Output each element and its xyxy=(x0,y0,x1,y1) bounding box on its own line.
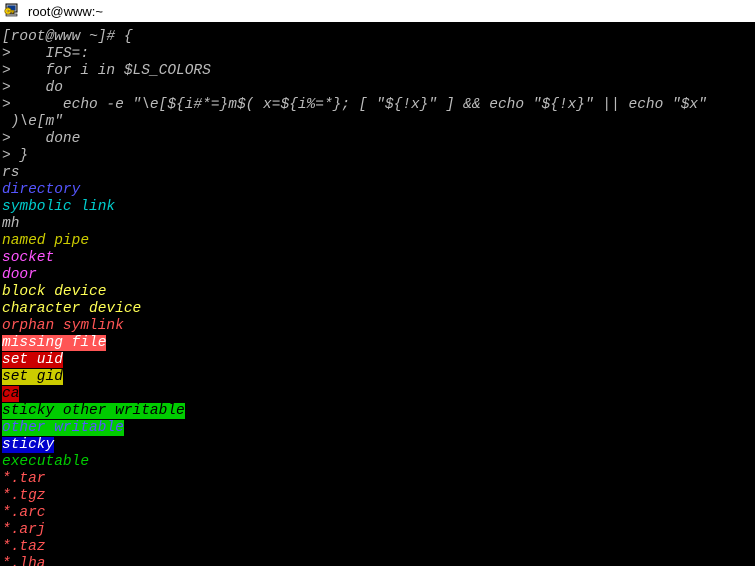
ls-colors-entry: sticky xyxy=(2,437,755,454)
terminal-text-run: > done xyxy=(2,131,81,147)
terminal-text-run: rs xyxy=(2,165,20,181)
terminal-text-run: sticky xyxy=(2,437,55,453)
ls-colors-entry: character device xyxy=(2,301,755,318)
terminal-text-run: other writable xyxy=(2,420,124,436)
continuation-line: > do xyxy=(2,80,755,97)
terminal-text-run: directory xyxy=(2,182,81,198)
ls-colors-entry: *.taz xyxy=(2,539,755,556)
terminal-text-run: *.tar xyxy=(2,471,46,487)
terminal-text-run: *.tgz xyxy=(2,488,46,504)
putty-computer-key-icon xyxy=(3,2,21,20)
continuation-line: > } xyxy=(2,148,755,165)
terminal-text-run: mh xyxy=(2,216,20,232)
terminal-text-run: )\e[m" xyxy=(2,114,63,130)
ls-colors-entry: set gid xyxy=(2,369,755,386)
terminal-text-run: [root@www ~]# { xyxy=(2,29,133,45)
ls-colors-entry: *.tgz xyxy=(2,488,755,505)
continuation-line: > done xyxy=(2,131,755,148)
ls-colors-entry: ca xyxy=(2,386,755,403)
ls-colors-entry: missing file xyxy=(2,335,755,352)
continuation-line: )\e[m" xyxy=(2,114,755,131)
ls-colors-entry: mh xyxy=(2,216,755,233)
ls-colors-entry: *.arj xyxy=(2,522,755,539)
terminal-text-run: > echo -e "\e[${i#*=}m$( x=${i%=*}; [ "$… xyxy=(2,97,707,113)
terminal-text-run: *.taz xyxy=(2,539,46,555)
ls-colors-entry: other writable xyxy=(2,420,755,437)
terminal-screen[interactable]: [root@www ~]# {> IFS=: > for i in $LS_COL… xyxy=(0,23,755,566)
terminal-text-run: *.lha xyxy=(2,556,46,566)
ls-colors-entry: *.arc xyxy=(2,505,755,522)
terminal-text-run: orphan symlink xyxy=(2,318,124,334)
terminal-text-run: socket xyxy=(2,250,55,266)
ls-colors-entry: directory xyxy=(2,182,755,199)
terminal-text-run: > for i in $LS_COLORS xyxy=(2,63,211,79)
continuation-line: > echo -e "\e[${i#*=}m$( x=${i%=*}; [ "$… xyxy=(2,97,755,114)
terminal-text-run: set gid xyxy=(2,369,63,385)
terminal-text-run: > do xyxy=(2,80,63,96)
continuation-line: > IFS=: xyxy=(2,46,755,63)
window-title-text: root@www:~ xyxy=(28,3,103,19)
ls-colors-entry: sticky other writable xyxy=(2,403,755,420)
ls-colors-entry: symbolic link xyxy=(2,199,755,216)
ls-colors-entry: socket xyxy=(2,250,755,267)
continuation-line: > for i in $LS_COLORS xyxy=(2,63,755,80)
ls-colors-entry: named pipe xyxy=(2,233,755,250)
terminal-text-run: > } xyxy=(2,148,29,164)
terminal-text-run: symbolic link xyxy=(2,199,116,215)
terminal-text-run: executable xyxy=(2,454,90,470)
prompt-line: [root@www ~]# { xyxy=(2,29,755,46)
ls-colors-entry: *.tar xyxy=(2,471,755,488)
terminal-text-run: sticky other writable xyxy=(2,403,185,419)
ls-colors-entry: set uid xyxy=(2,352,755,369)
terminal-text-run: block device xyxy=(2,284,107,300)
ls-colors-entry: executable xyxy=(2,454,755,471)
window-title-bar[interactable]: root@www:~ xyxy=(0,0,755,23)
ls-colors-entry: *.lha xyxy=(2,556,755,566)
terminal-text-run: named pipe xyxy=(2,233,90,249)
terminal-text-run: set uid xyxy=(2,352,63,368)
terminal-text-run: missing file xyxy=(2,335,107,351)
terminal-text-run: character device xyxy=(2,301,142,317)
ls-colors-entry: door xyxy=(2,267,755,284)
terminal-text-run: *.arc xyxy=(2,505,46,521)
terminal-text-run: door xyxy=(2,267,37,283)
terminal-text-run: ca xyxy=(2,386,20,402)
terminal-text-run: > IFS=: xyxy=(2,46,90,62)
terminal-text-run: *.arj xyxy=(2,522,46,538)
ls-colors-entry: rs xyxy=(2,165,755,182)
ls-colors-entry: orphan symlink xyxy=(2,318,755,335)
ls-colors-entry: block device xyxy=(2,284,755,301)
